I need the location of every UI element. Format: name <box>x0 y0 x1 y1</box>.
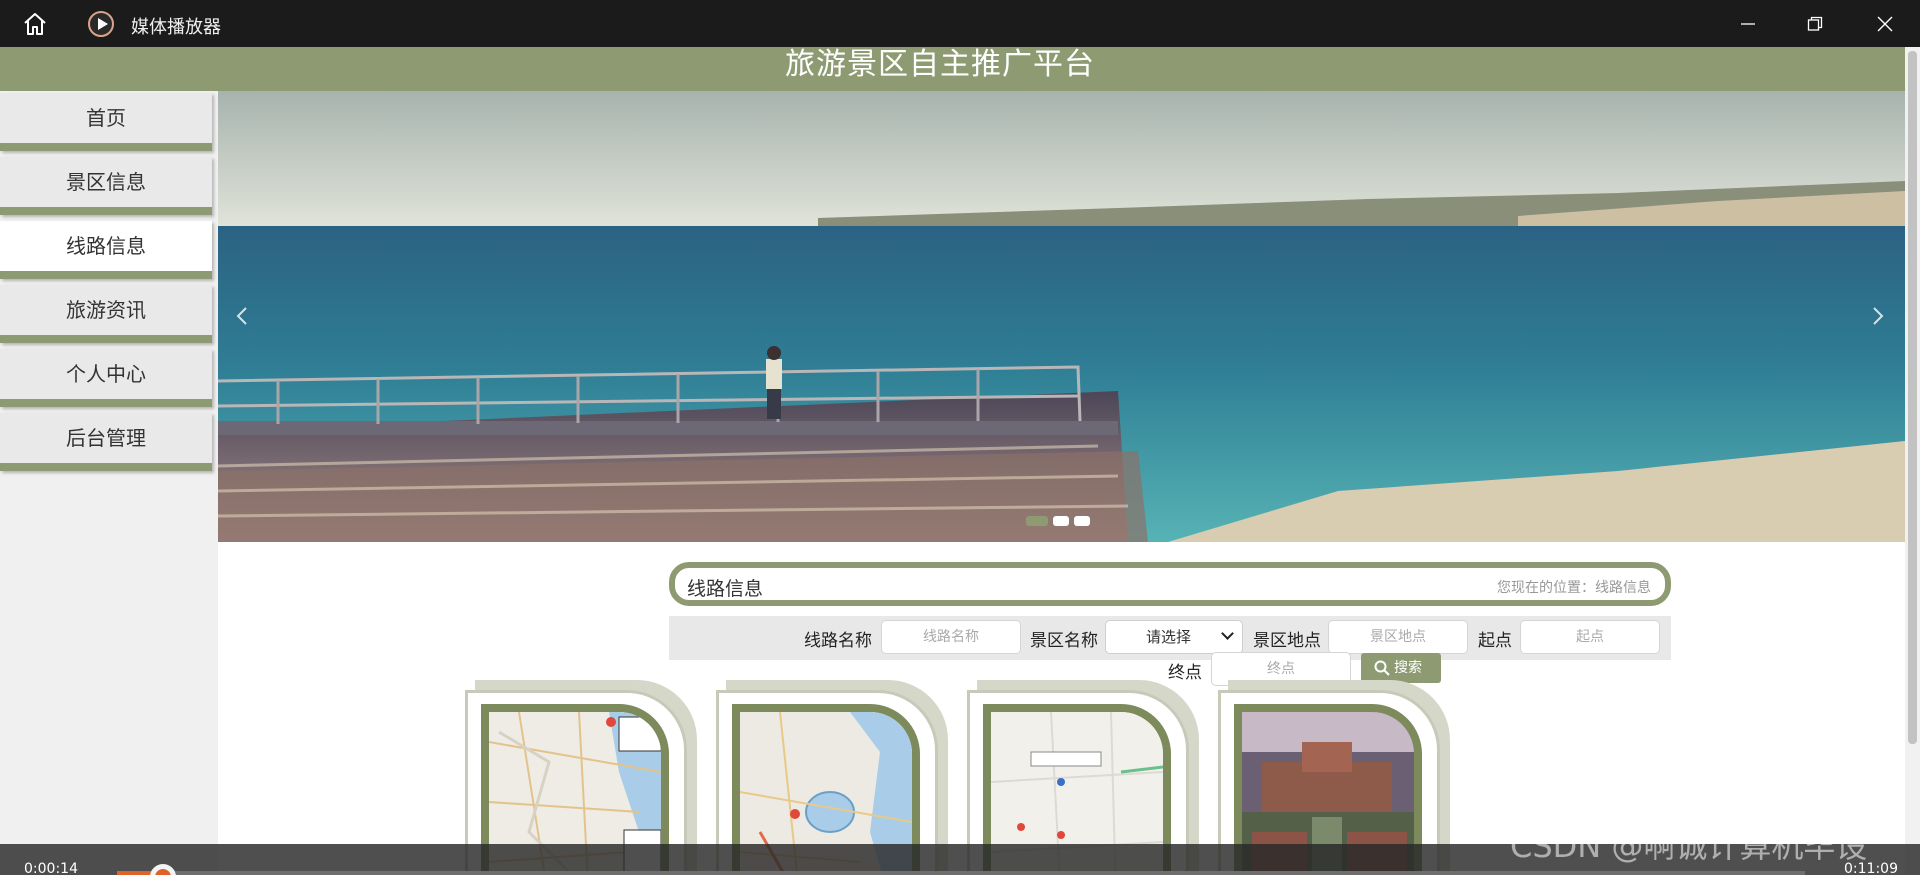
breadcrumb: 您现在的位置：线路信息 <box>1497 580 1651 596</box>
carousel-dot[interactable] <box>1053 516 1069 526</box>
scenic-name-select[interactable]: 请选择 <box>1105 620 1243 654</box>
carousel-dot[interactable] <box>1026 516 1048 526</box>
location-label: 景区地点 <box>1253 631 1321 651</box>
carousel-indicators <box>1026 511 1095 530</box>
nav-item-personal-center[interactable]: 个人中心 <box>0 349 212 407</box>
seek-handle[interactable] <box>150 864 176 875</box>
chevron-right-icon <box>1873 307 1884 325</box>
media-player-titlebar: 媒体播放器 <box>0 0 1920 47</box>
minimize-icon <box>1741 23 1755 25</box>
seek-bar[interactable] <box>117 871 1805 875</box>
search-button[interactable]: 搜索 <box>1361 653 1441 683</box>
search-button-label: 搜索 <box>1394 660 1422 676</box>
banner-carousel[interactable] <box>218 91 1905 542</box>
current-time: 0:00:14 <box>24 861 78 875</box>
close-icon <box>1877 16 1893 32</box>
nav-item-scenic-info[interactable]: 景区信息 <box>0 157 212 215</box>
page-scrollbar[interactable] <box>1905 47 1920 844</box>
nav-item-admin[interactable]: 后台管理 <box>0 413 212 471</box>
carousel-dot[interactable] <box>1074 516 1090 526</box>
start-input[interactable]: 起点 <box>1520 620 1660 654</box>
nav-item-route-info[interactable]: 线路信息 <box>0 221 212 279</box>
chevron-left-icon <box>236 307 247 325</box>
sidebar-nav: 首页 景区信息 线路信息 旅游资讯 个人中心 后台管理 <box>0 91 218 875</box>
scenic-name-label: 景区名称 <box>1030 631 1098 651</box>
app-title: 媒体播放器 <box>131 17 221 38</box>
media-player-app-icon <box>88 11 114 37</box>
scrollbar-thumb[interactable] <box>1908 51 1917 744</box>
carousel-next-button[interactable] <box>1862 301 1892 331</box>
restore-icon <box>1807 16 1823 31</box>
close-button[interactable] <box>1857 0 1913 47</box>
home-icon[interactable] <box>22 12 48 36</box>
nav-item-home[interactable]: 首页 <box>0 93 212 151</box>
route-name-label: 线路名称 <box>804 631 872 651</box>
search-icon <box>1374 660 1390 676</box>
section-title: 线路信息 <box>687 578 764 600</box>
scenic-name-selected-value: 请选择 <box>1146 628 1192 646</box>
site-title: 旅游景区自主推广平台 <box>785 47 1095 82</box>
banner-image <box>218 91 1905 542</box>
site-header: 旅游景区自主推广平台 <box>0 47 1905 91</box>
seek-bar-fill <box>117 871 153 875</box>
watermark: CSDN @啊诚计算机毕设 <box>1510 827 1868 865</box>
search-panel: 线路名称 线路名称 景区名称 请选择 景区地点 景区地点 起点 起点 <box>669 616 1671 660</box>
location-input[interactable]: 景区地点 <box>1328 620 1468 654</box>
minimize-button[interactable] <box>1720 0 1776 47</box>
section-header: 线路信息 您现在的位置：线路信息 <box>669 562 1671 606</box>
restore-button[interactable] <box>1787 0 1843 47</box>
route-name-input[interactable]: 线路名称 <box>881 620 1021 654</box>
chevron-down-icon <box>1221 627 1234 640</box>
start-label: 起点 <box>1478 631 1512 651</box>
nav-item-travel-news[interactable]: 旅游资讯 <box>0 285 212 343</box>
carousel-prev-button[interactable] <box>228 301 258 331</box>
